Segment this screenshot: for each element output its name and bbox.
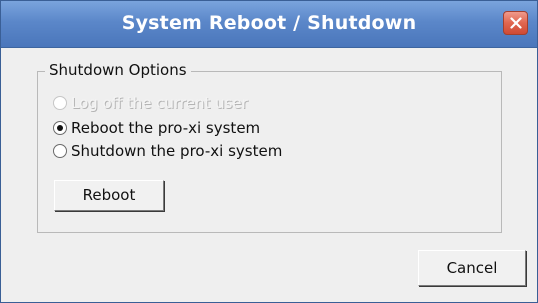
reboot-button[interactable]: Reboot (54, 180, 164, 211)
log-off-label: Log off the current user (71, 94, 248, 112)
reboot-dialog: System Reboot / Shutdown Shutdown Option… (0, 0, 538, 303)
close-button[interactable] (503, 11, 528, 35)
title-bar[interactable]: System Reboot / Shutdown (1, 1, 537, 48)
shutdown-label[interactable]: Shutdown the pro-xi system (71, 142, 282, 160)
close-icon (510, 17, 522, 29)
log-off-radio (53, 96, 67, 110)
shutdown-radio[interactable] (53, 144, 67, 158)
shutdown-options-label: Shutdown Options (45, 61, 191, 79)
cancel-button[interactable]: Cancel (418, 250, 526, 286)
reboot-radio[interactable] (53, 121, 67, 135)
window-title: System Reboot / Shutdown (121, 12, 417, 34)
reboot-label[interactable]: Reboot the pro-xi system (71, 119, 260, 137)
